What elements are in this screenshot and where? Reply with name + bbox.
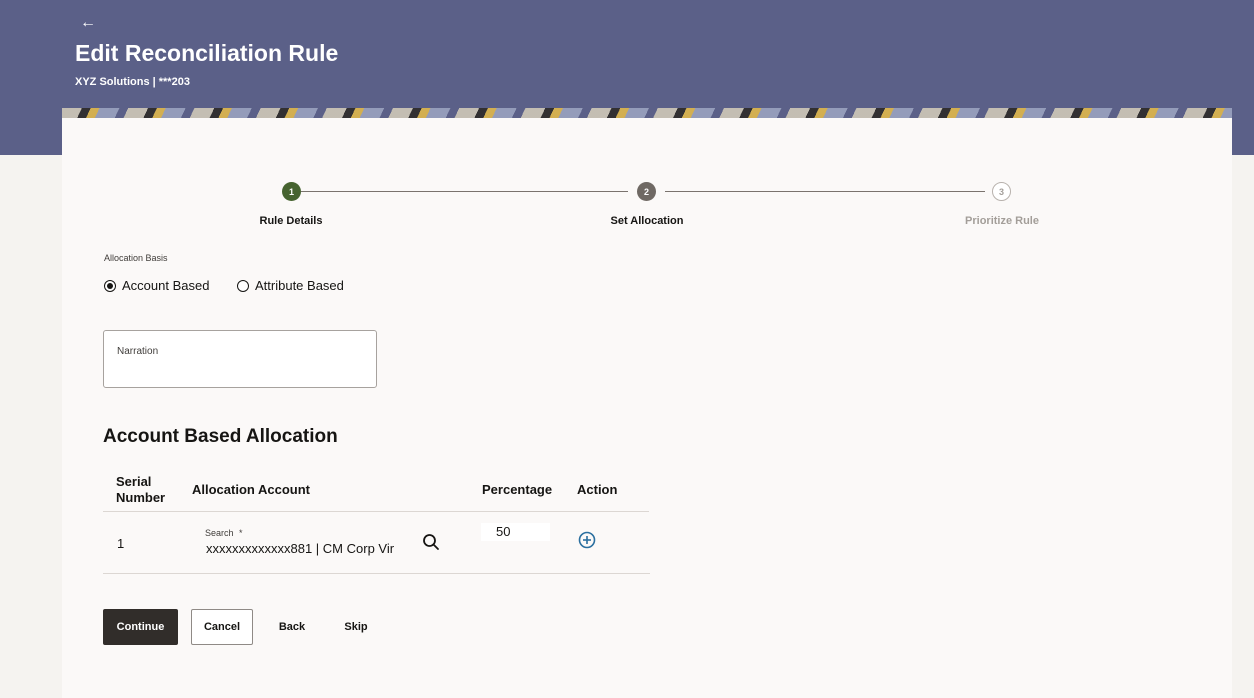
- stepper-connector: [665, 191, 985, 192]
- table-row-divider: [103, 573, 650, 574]
- column-header-allocation-account: Allocation Account: [192, 482, 310, 497]
- radio-selected-icon: [104, 279, 116, 292]
- radio-account-based[interactable]: Account Based: [104, 278, 209, 293]
- radio-unselected-icon: [237, 279, 249, 292]
- step-3-label: Prioritize Rule: [965, 215, 1039, 227]
- radio-attribute-based[interactable]: Attribute Based: [237, 278, 344, 293]
- step-1-indicator: 1: [282, 182, 301, 201]
- table-header-divider: [103, 511, 649, 512]
- add-circle-icon[interactable]: [578, 531, 596, 554]
- search-label-text: Search: [205, 528, 234, 538]
- account-search-label: Search *: [205, 528, 243, 538]
- step-2-label: Set Allocation: [610, 215, 684, 227]
- radio-attribute-based-label: Attribute Based: [255, 278, 344, 293]
- cancel-button[interactable]: Cancel: [191, 609, 253, 645]
- stepper-connector: [301, 191, 628, 192]
- page-subtitle: XYZ Solutions | ***203: [75, 76, 190, 88]
- radio-account-based-label: Account Based: [122, 278, 210, 293]
- required-marker: *: [239, 528, 243, 538]
- search-icon[interactable]: [422, 533, 440, 556]
- column-header-serial-number: Serial Number: [116, 474, 165, 506]
- section-title: Account Based Allocation: [103, 426, 338, 447]
- column-header-percentage: Percentage: [482, 482, 553, 497]
- narration-field[interactable]: Narration: [103, 330, 377, 388]
- step-1-label: Rule Details: [259, 215, 323, 227]
- step-3-indicator: 3: [992, 182, 1011, 201]
- column-header-action: Action: [577, 482, 618, 497]
- column-header-serial-line2: Number: [116, 490, 166, 505]
- column-header-serial-line1: Serial: [116, 474, 152, 489]
- percentage-input[interactable]: 50: [481, 523, 550, 541]
- narration-label: Narration: [117, 346, 159, 357]
- skip-button[interactable]: Skip: [337, 609, 375, 645]
- step-2-indicator: 2: [637, 182, 656, 201]
- back-arrow-icon[interactable]: ←: [80, 14, 96, 32]
- continue-button[interactable]: Continue: [103, 609, 178, 645]
- allocation-account-input[interactable]: xxxxxxxxxxxxx881 | CM Corp Vir: [206, 541, 394, 556]
- allocation-basis-label: Allocation Basis: [104, 253, 168, 263]
- back-button[interactable]: Back: [272, 609, 312, 645]
- page-title: Edit Reconciliation Rule: [75, 40, 339, 66]
- serial-number-cell: 1: [117, 536, 125, 551]
